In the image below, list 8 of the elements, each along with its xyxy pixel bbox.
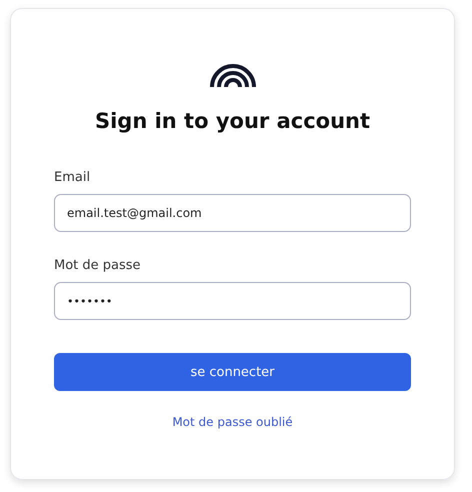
password-field[interactable]: ••••••• bbox=[54, 282, 411, 320]
forgot-password-link[interactable]: Mot de passe oublié bbox=[172, 415, 293, 429]
email-field[interactable]: email.test@gmail.com bbox=[54, 194, 411, 232]
field-label: Email bbox=[54, 170, 92, 185]
rainbow-arch-icon bbox=[208, 61, 256, 87]
sign-in-button[interactable]: se connecter bbox=[54, 353, 411, 391]
field-label: Mot de passe bbox=[54, 258, 142, 273]
page-title: Sign in to your account bbox=[94, 109, 370, 133]
